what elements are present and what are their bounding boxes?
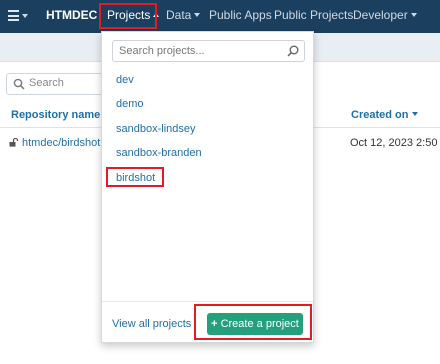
nav-developer-label: Developer [353,8,408,22]
sort-caret-icon [412,112,419,117]
project-search-placeholder: Search projects... [119,45,205,57]
column-header-created[interactable]: Created on [351,109,419,121]
caret-down-icon [194,12,201,17]
hamburger-menu-button[interactable] [8,9,32,23]
top-navbar: HTMDEC Projects Data Public Apps Public … [0,0,440,33]
unlock-icon [9,138,18,147]
project-item-sandbox-branden[interactable]: sandbox-branden [116,147,202,159]
nav-public-apps[interactable]: Public Apps [209,0,272,33]
project-item-sandbox-lindsey[interactable]: sandbox-lindsey [116,123,196,135]
repository-name: htmdec/birdshot [22,137,101,149]
repository-search-input[interactable]: Search [6,73,110,95]
column-header-repository[interactable]: Repository name [11,109,100,121]
nav-developer[interactable]: Developer [353,0,417,33]
brand-link[interactable]: HTMDEC [46,0,97,33]
project-item-dev[interactable]: dev [116,74,134,86]
search-placeholder: Search [29,77,64,89]
projects-dropdown-menu: Search projects... dev demo sandbox-lind… [101,31,314,343]
search-icon [13,78,25,90]
highlight-box-birdshot [106,167,164,187]
view-all-projects-link[interactable]: View all projects [112,318,191,330]
caret-down-icon [22,14,28,18]
table-row-repository[interactable]: htmdec/birdshot [9,137,100,149]
dropdown-footer-divider [102,301,313,302]
caret-down-icon [410,12,417,17]
nav-data-label: Data [166,8,192,22]
highlight-box-projects [99,3,157,29]
search-icon [287,45,299,57]
highlight-box-create [194,304,312,340]
nav-data[interactable]: Data [166,0,201,33]
hamburger-menu-icon [8,10,19,21]
project-item-demo[interactable]: demo [116,98,144,110]
column-header-created-label: Created on [351,109,409,121]
created-on-value: Oct 12, 2023 2:50 [350,137,438,149]
nav-public-projects[interactable]: Public Projects [274,0,353,33]
project-search-input[interactable]: Search projects... [112,40,305,62]
